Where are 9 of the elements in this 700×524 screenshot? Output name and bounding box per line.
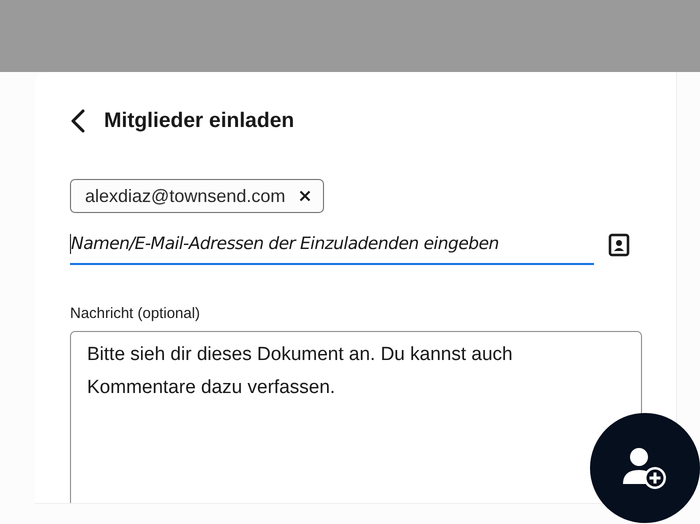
back-button[interactable] bbox=[70, 109, 86, 133]
dialog-title: Mitglieder einladen bbox=[104, 109, 294, 133]
back-icon bbox=[70, 109, 86, 133]
close-icon[interactable] bbox=[299, 190, 312, 202]
message-field[interactable]: Bitte sieh dir dieses Dokument an. Du kannst auch Kommentare dazu verfassen. bbox=[70, 331, 642, 503]
address-book-icon[interactable] bbox=[608, 233, 630, 257]
invite-input-field[interactable]: Namen/E-Mail-Adressen der Einzuladenden eingeben bbox=[70, 225, 594, 265]
message-label: Nachricht (optional) bbox=[70, 305, 202, 322]
recipient-email: alexdiaz@townsend.com bbox=[85, 186, 286, 206]
